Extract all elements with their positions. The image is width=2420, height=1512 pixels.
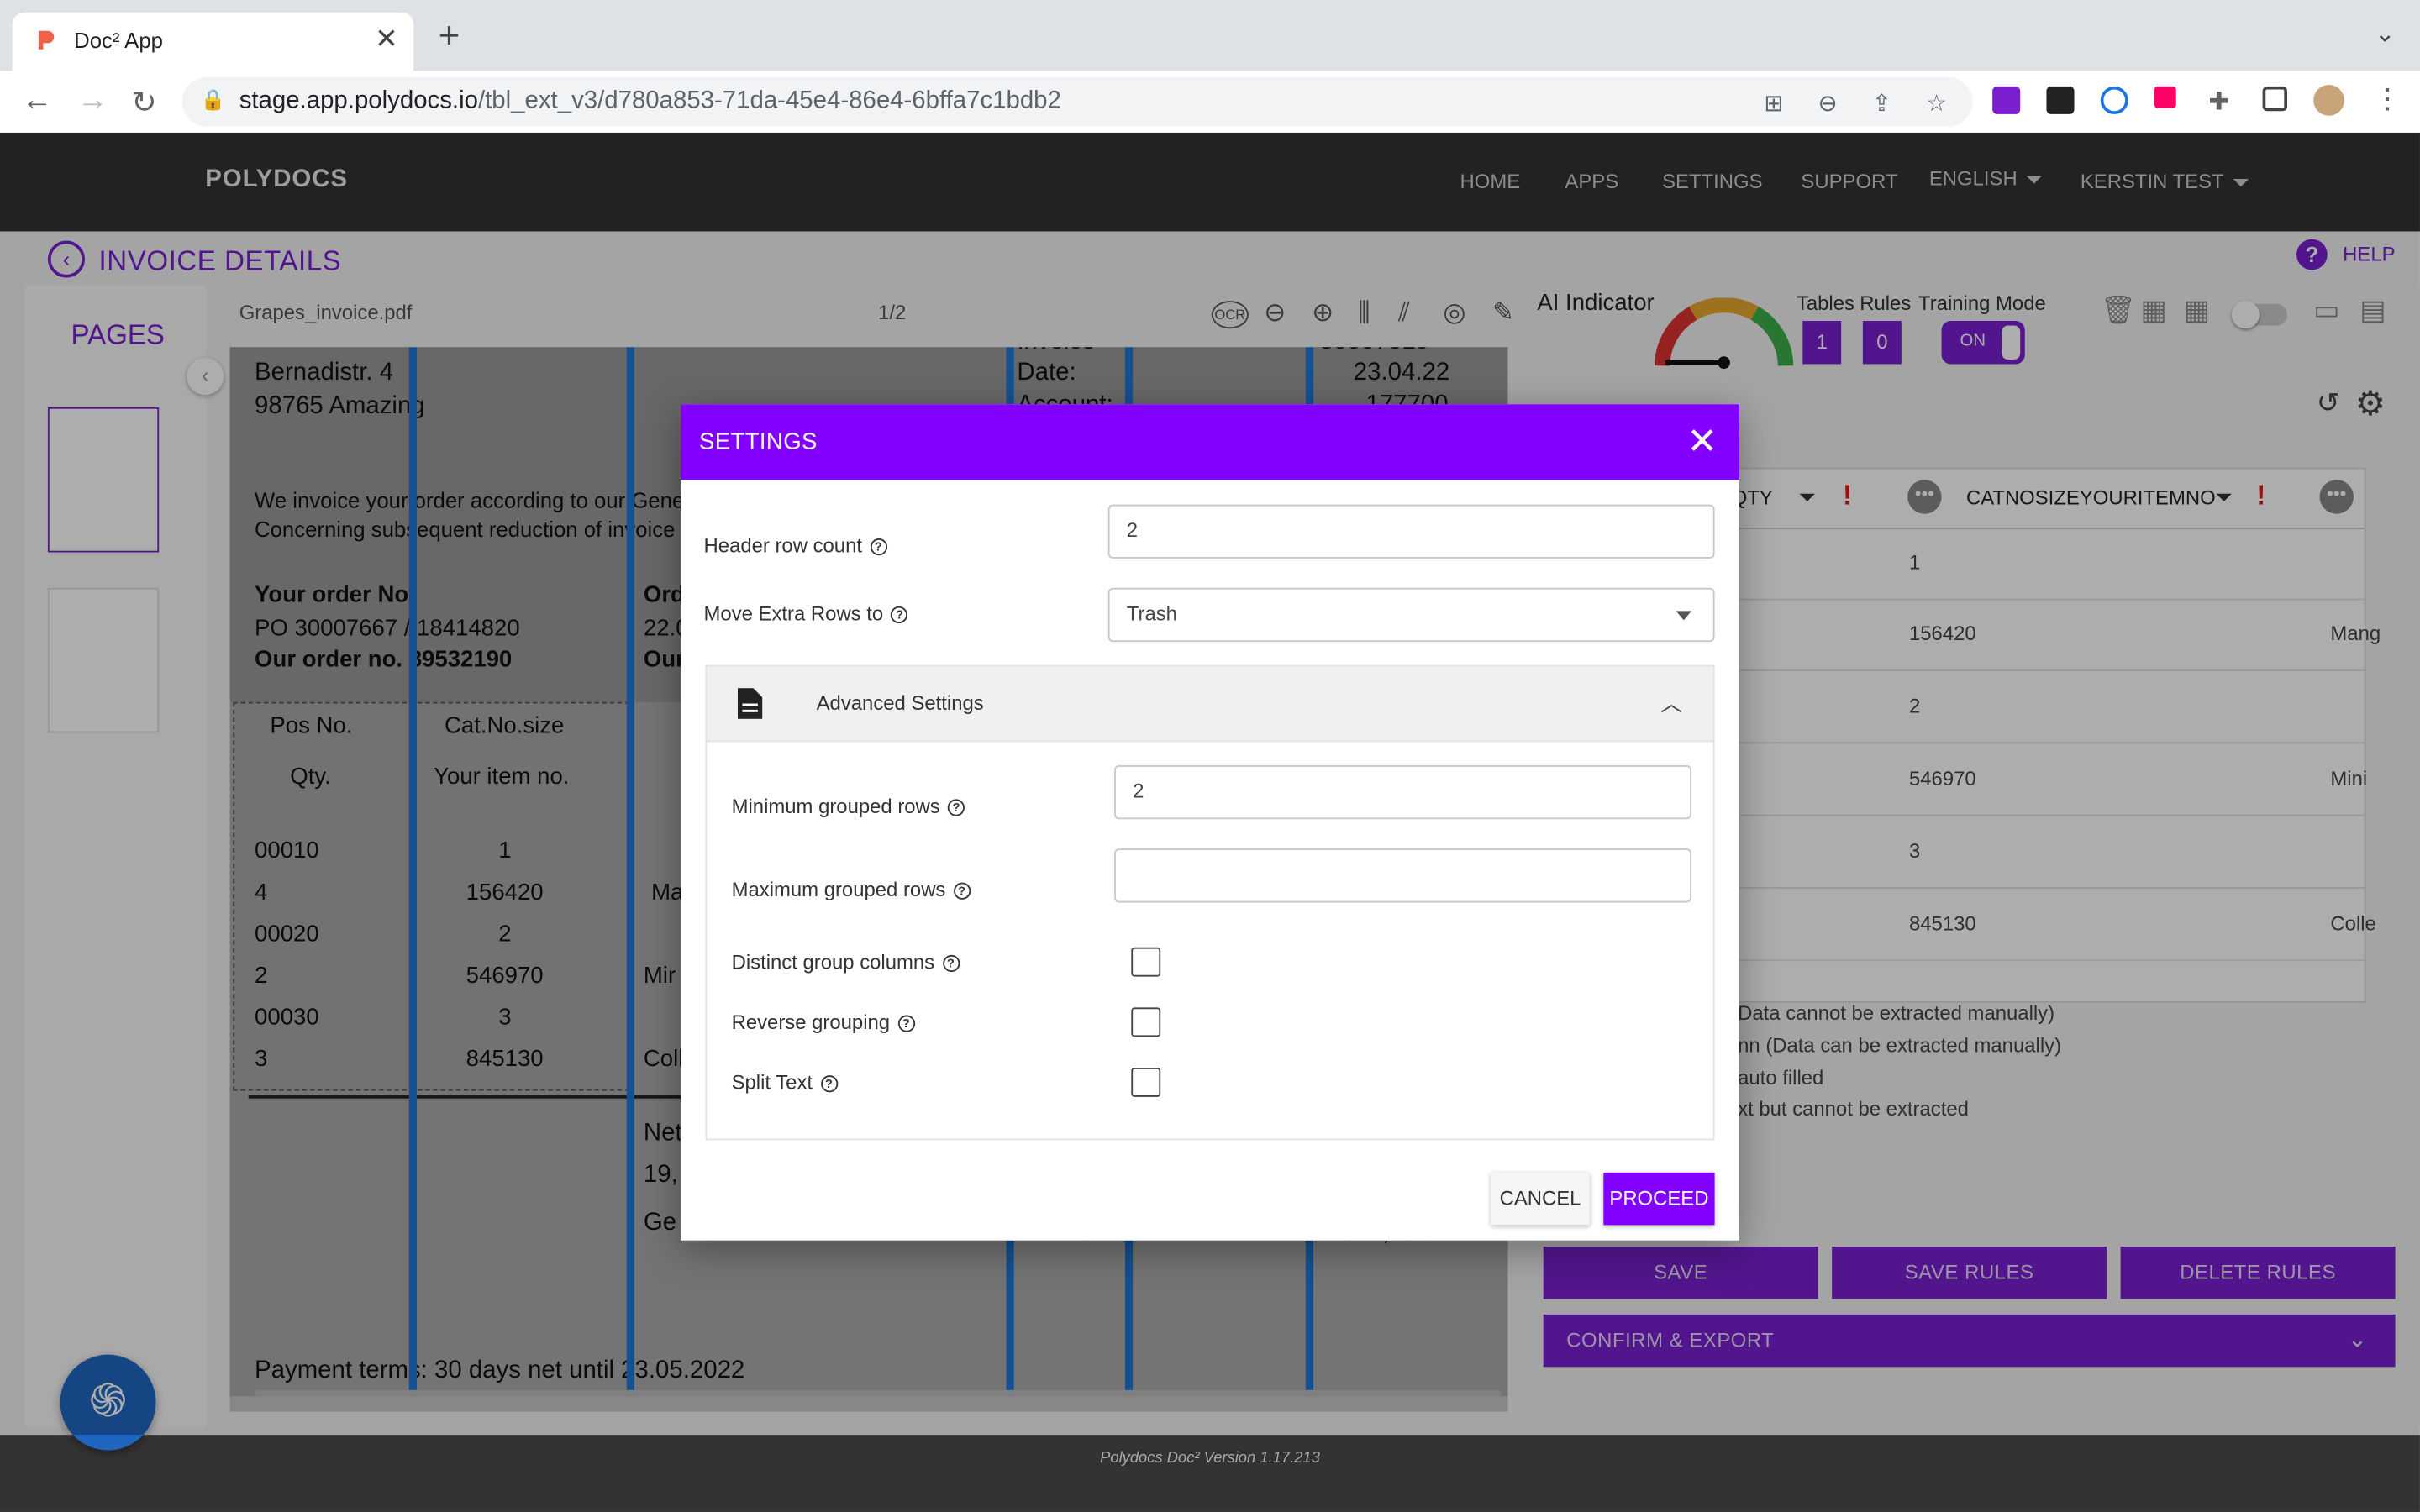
split-text-label: Split Text? (731, 1070, 838, 1095)
proceed-button[interactable]: PROCEED (1603, 1172, 1715, 1226)
side-panel-icon[interactable] (2262, 86, 2287, 112)
reverse-grouping-text: Reverse grouping (731, 1011, 891, 1034)
advanced-settings-header[interactable]: Advanced Settings ︿ (707, 666, 1713, 743)
help-circle-icon[interactable]: ? (947, 799, 965, 816)
close-tab-icon[interactable]: ✕ (375, 24, 398, 56)
reverse-grouping-label: Reverse grouping? (732, 1011, 915, 1034)
footer: Polydocs Doc² Version 1.17.213 (0, 1435, 2420, 1512)
browser-tab[interactable]: Doc² App ✕ (12, 12, 414, 71)
header-row-count-text: Header row count (703, 533, 863, 558)
app-favicon-icon (38, 30, 55, 50)
help-circle-icon[interactable]: ? (942, 955, 960, 973)
address-bar[interactable]: 🔒 stage.app.polydocs.io/tbl_ext_v3/d780a… (182, 76, 1973, 127)
zoom-icon[interactable]: ⊖ (1818, 90, 1838, 117)
min-grouped-rows-text: Minimum grouped rows (731, 794, 940, 818)
max-grouped-rows-text: Maximum grouped rows (731, 878, 946, 901)
cancel-button[interactable]: CANCEL (1491, 1172, 1590, 1226)
distinct-group-columns-checkbox[interactable] (1131, 947, 1161, 977)
chevron-up-icon[interactable]: ︿ (1660, 688, 1682, 719)
move-extra-rows-text: Move Extra Rows to (703, 601, 884, 625)
help-circle-icon[interactable]: ? (870, 538, 887, 556)
modal-title: SETTINGS (699, 428, 818, 455)
bookmark-star-icon[interactable]: ☆ (1926, 90, 1947, 117)
move-extra-rows-label: Move Extra Rows to? (704, 601, 908, 625)
min-grouped-rows-value: 2 (1133, 779, 1144, 803)
document-icon (737, 688, 763, 719)
tab-title: Doc² App (74, 28, 163, 53)
move-extra-rows-select[interactable]: Trash (1107, 587, 1715, 643)
split-text-checkbox[interactable] (1131, 1067, 1161, 1097)
translate-icon[interactable]: ⊞ (1764, 90, 1783, 117)
extension-1-icon[interactable] (1992, 86, 2021, 114)
header-row-count-value: 2 (1126, 518, 1139, 542)
reverse-grouping-checkbox[interactable] (1131, 1007, 1161, 1037)
new-tab-button[interactable]: + (439, 15, 460, 58)
lock-icon: 🔒 (200, 87, 226, 112)
advanced-settings-section: Advanced Settings ︿ Minimum grouped rows… (705, 664, 1715, 1141)
back-arrow-icon[interactable]: ← (22, 83, 53, 118)
help-circle-icon[interactable]: ? (897, 1015, 915, 1032)
browser-toolbar: ← → ↻ 🔒 stage.app.polydocs.io/tbl_ext_v3… (0, 71, 2420, 134)
browser-tab-bar: Doc² App ✕ + ⌄ (0, 0, 2420, 71)
dropdown-arrow-icon (1676, 611, 1692, 621)
distinct-group-columns-label: Distinct group columns? (732, 950, 960, 974)
browser-menu-icon[interactable]: ⋮ (2374, 83, 2402, 116)
help-circle-icon[interactable]: ? (820, 1075, 838, 1093)
move-extra-rows-value: Trash (1126, 601, 1177, 625)
url-domain: stage.app.polydocs.io (239, 87, 478, 114)
tab-search-chevron-icon[interactable]: ⌄ (2375, 18, 2396, 50)
extensions-puzzle-icon[interactable]: ✚ (2208, 87, 2229, 118)
close-icon[interactable]: ✕ (1686, 420, 1718, 465)
header-row-count-label: Header row count? (704, 533, 887, 557)
min-grouped-rows-input[interactable]: 2 (1114, 765, 1692, 820)
reload-icon[interactable]: ↻ (131, 83, 157, 122)
modal-header: SETTINGS ✕ (680, 404, 1739, 480)
help-circle-icon[interactable]: ? (891, 606, 908, 624)
min-grouped-rows-label: Minimum grouped rows? (731, 794, 965, 818)
extension-2-icon[interactable] (2046, 86, 2075, 114)
version-text: Polydocs Doc² Version 1.17.213 (1100, 1450, 1320, 1467)
settings-modal: SETTINGS ✕ Header row count? 2 Move Extr… (680, 404, 1739, 1241)
url-path: /tbl_ext_v3/d780a853-71da-45e4-86e4-6bff… (477, 87, 1061, 114)
advanced-settings-title: Advanced Settings (816, 690, 984, 715)
max-grouped-rows-input[interactable] (1114, 848, 1692, 903)
max-grouped-rows-label: Maximum grouped rows? (732, 878, 971, 901)
extension-4-icon[interactable] (2154, 86, 2176, 108)
extension-3-icon[interactable] (2100, 86, 2128, 114)
header-row-count-input[interactable]: 2 (1107, 504, 1715, 559)
forward-arrow-icon[interactable]: → (77, 83, 108, 118)
split-text-text: Split Text (731, 1070, 813, 1095)
help-circle-icon[interactable]: ? (953, 882, 971, 900)
distinct-group-columns-text: Distinct group columns (731, 950, 935, 974)
profile-avatar[interactable] (2313, 85, 2344, 116)
share-icon[interactable]: ⇪ (1872, 90, 1891, 117)
